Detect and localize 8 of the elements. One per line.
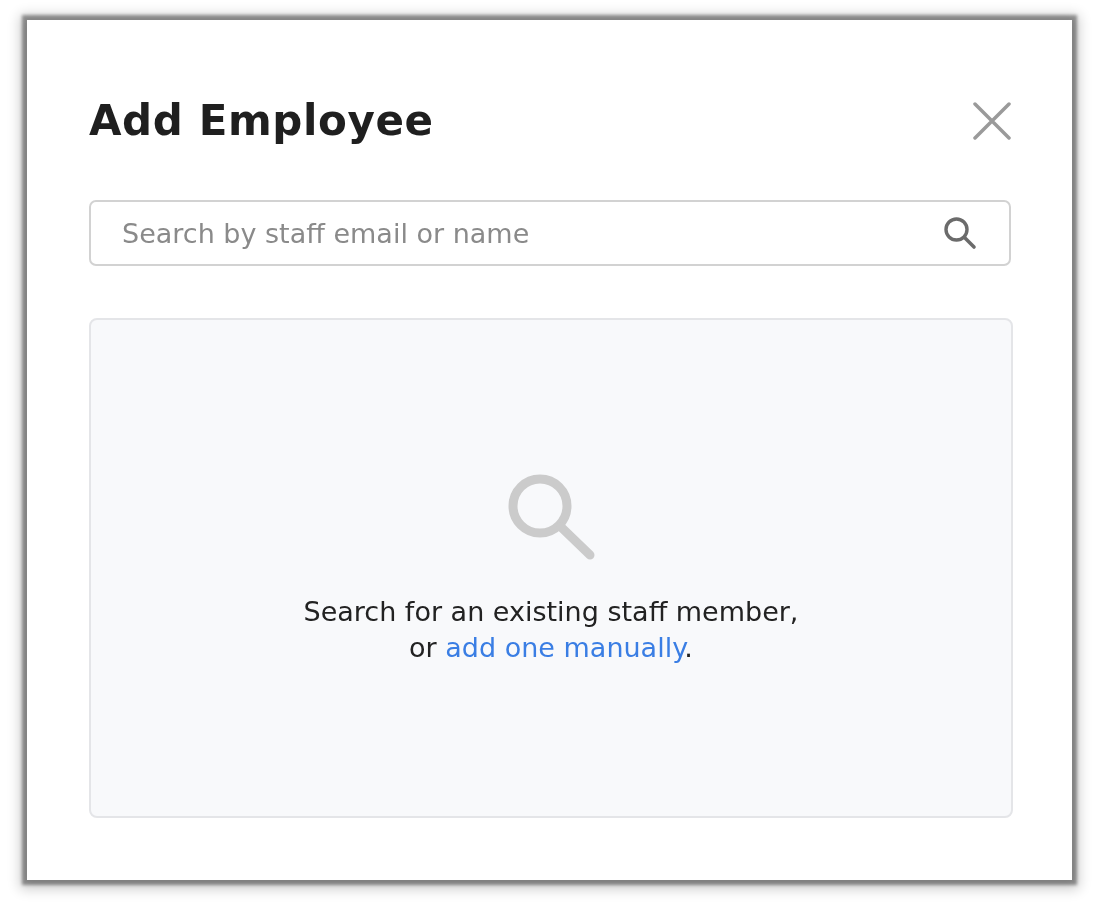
search-field[interactable]: Search by staff email or name [89,200,1011,266]
empty-state-message: Search for an existing staff member, or add one manually. [303,595,799,665]
dialog-title: Add Employee [89,99,434,143]
close-icon [973,102,1011,140]
close-button[interactable] [971,100,1013,142]
add-manually-link[interactable]: add one manually [445,632,685,663]
search-icon [507,474,595,560]
search-icon [943,216,977,250]
